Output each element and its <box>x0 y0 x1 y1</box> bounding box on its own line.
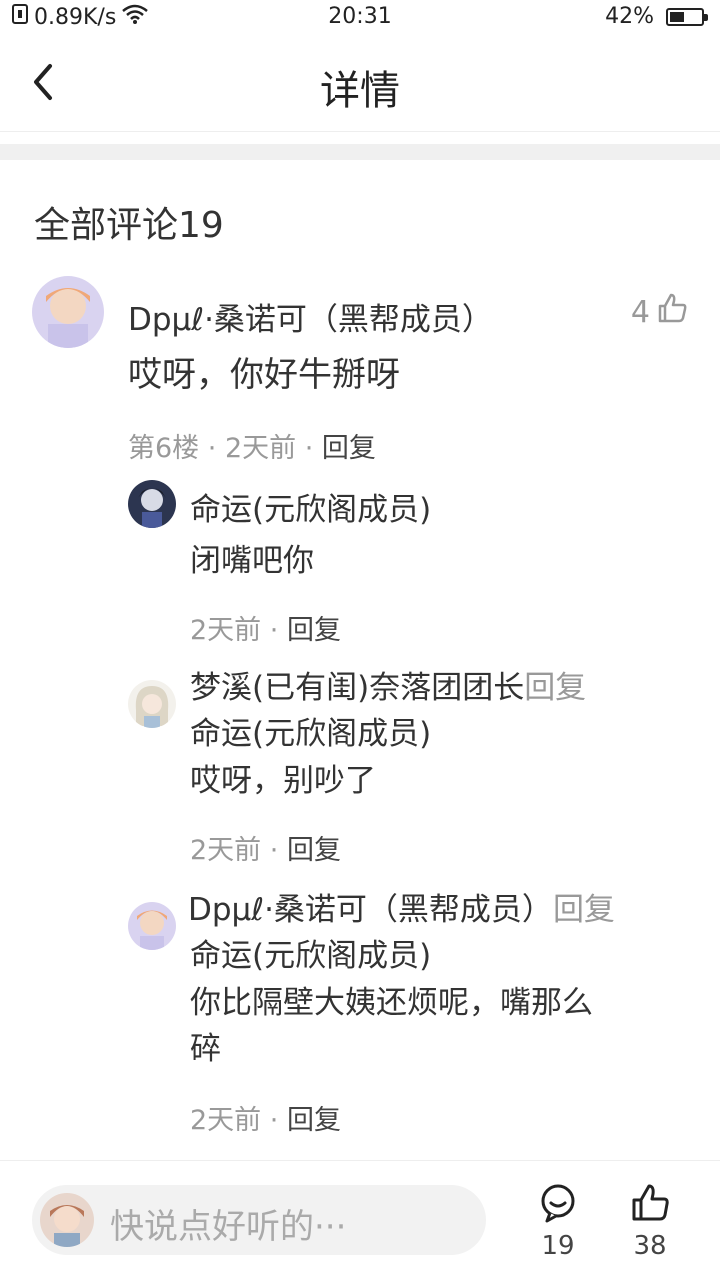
reply-author: Dpμℓ·桑诺可（黑帮成员）回复 <box>188 884 615 929</box>
my-avatar <box>40 1193 94 1247</box>
input-placeholder: 快说点好听的··· <box>110 1207 347 1247</box>
comment-item: Dpμℓ·桑诺可（黑帮成员） 4 哎呀，你好牛掰呀 第6楼 · 2天前 · 回复 <box>0 276 720 476</box>
meta-dot: · <box>269 835 287 866</box>
divider-band <box>0 144 720 160</box>
reply-button[interactable]: 回复 <box>287 615 341 646</box>
battery-percent: 42% <box>605 4 654 29</box>
avatar[interactable] <box>128 680 176 728</box>
reply-item: 梦溪(已有闺)奈落团团长回复 命运(元欣阁成员) 哎呀，别吵了 2天前 · 回复 <box>0 660 720 870</box>
reply-button[interactable]: 回复 <box>287 835 341 866</box>
nav-bar: 详情 <box>0 36 720 132</box>
meta-dot: · <box>269 1105 287 1136</box>
like-count: 38 <box>633 1231 667 1261</box>
reply-meta: 2天前 · 回复 <box>190 1098 341 1137</box>
thumb-up-icon <box>630 1184 670 1227</box>
comment-text: 哎呀，你好牛掰呀 <box>128 355 400 395</box>
reply-author-name[interactable]: Dpμℓ·桑诺可（黑帮成员） <box>188 892 553 928</box>
battery-icon <box>666 7 708 26</box>
reply-target[interactable]: 命运(元欣阁成员) <box>190 930 431 975</box>
page-title: 详情 <box>320 68 400 114</box>
reply-text-line-2: 碎 <box>190 1031 221 1067</box>
reply-button[interactable]: 回复 <box>287 1105 341 1136</box>
reply-text: 哎呀，别吵了 <box>190 763 376 799</box>
meta-dot: · <box>304 433 322 464</box>
comment-time: 2天前 <box>224 433 297 464</box>
comments-button[interactable]: 19 <box>528 1183 588 1261</box>
reply-time: 2天前 <box>190 835 262 866</box>
thumb-up-icon <box>656 292 688 332</box>
reply-target[interactable]: 命运(元欣阁成员) <box>190 708 431 753</box>
avatar[interactable] <box>32 276 104 348</box>
like-post-button[interactable]: 38 <box>620 1183 680 1261</box>
reply-to-word: 回复 <box>552 892 615 928</box>
comment-floor: 第6楼 <box>128 433 200 464</box>
chat-bubble-icon <box>538 1184 578 1227</box>
reply-text: 闭嘴吧你 <box>190 543 314 579</box>
reply-author-name[interactable]: 梦溪(已有闺)奈落团团长 <box>190 670 524 706</box>
reply-meta: 2天前 · 回复 <box>190 828 341 867</box>
status-right: 42% <box>605 4 708 29</box>
reply-time: 2天前 <box>190 1105 262 1136</box>
like-button[interactable]: 4 <box>631 292 688 332</box>
reply-to-word: 回复 <box>524 670 587 706</box>
reply-text-line-1: 你比隔壁大姨还烦呢，嘴那么 <box>190 985 593 1021</box>
battery-fill <box>670 11 685 22</box>
reply-item: Dpμℓ·桑诺可（黑帮成员）回复 命运(元欣阁成员) 你比隔壁大姨还烦呢，嘴那么… <box>0 880 720 1140</box>
meta-dot: · <box>207 433 225 464</box>
reply-meta: 2天前 · 回复 <box>190 608 341 647</box>
comments-heading: 全部评论19 <box>34 205 224 246</box>
reply-time: 2天前 <box>190 615 262 646</box>
bottom-bar: 快说点好听的··· 19 38 <box>0 1160 720 1280</box>
comment-input[interactable]: 快说点好听的··· <box>32 1185 486 1255</box>
like-count: 4 <box>630 294 650 330</box>
comment-meta: 第6楼 · 2天前 · 回复 <box>128 426 376 465</box>
comment-count: 19 <box>541 1231 575 1261</box>
reply-author[interactable]: 命运(元欣阁成员) <box>190 484 431 529</box>
reply-author: 梦溪(已有闺)奈落团团长回复 <box>190 662 586 707</box>
avatar[interactable] <box>128 480 176 528</box>
reply-button[interactable]: 回复 <box>322 433 376 464</box>
meta-dot: · <box>269 615 287 646</box>
reply-item: 命运(元欣阁成员) 闭嘴吧你 2天前 · 回复 <box>0 480 720 650</box>
avatar[interactable] <box>128 902 176 950</box>
status-bar: 0.89K/s 20:31 42% <box>0 0 720 36</box>
comment-author[interactable]: Dpμℓ·桑诺可（黑帮成员） <box>128 294 493 339</box>
